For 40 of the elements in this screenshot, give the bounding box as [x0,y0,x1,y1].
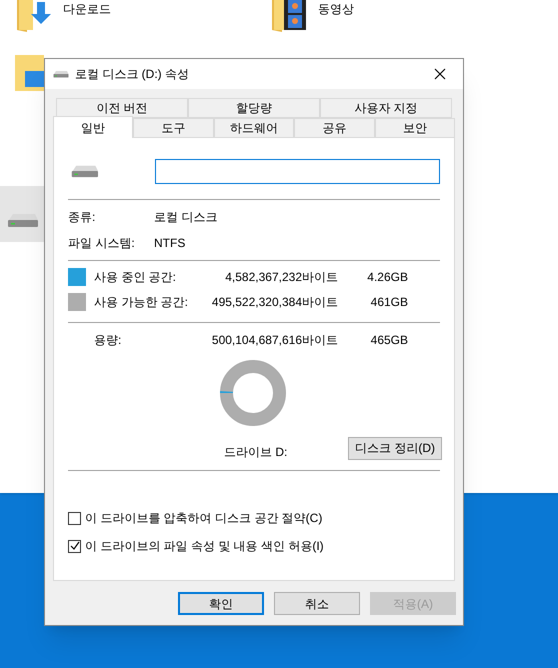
field-label: 파일 시스템: [68,235,136,252]
tab[interactable]: 이전 버전 [56,98,188,118]
tab[interactable]: 보안 [374,118,456,138]
capacity-label: 용량: [93,332,122,349]
field-label: 종류: [68,209,96,226]
capacity-size: 465GB [370,332,408,349]
checkmark-icon [70,541,80,551]
checkbox-label[interactable]: 이 드라이브를 압축하여 디스크 공간 절약(C) [85,509,322,527]
tab[interactable]: 공유 [294,118,375,138]
checkbox-label[interactable]: 이 드라이브의 파일 속성 및 내용 색인 허용(I) [85,537,324,555]
dialog-button[interactable]: 확인 [178,592,264,615]
close-icon [434,68,446,80]
disk-usage-donut [219,359,287,427]
space-bytes: 4,582,367,232바이트 [224,268,338,286]
space-label: 사용 중인 공간: [94,268,178,286]
window-title: 로컬 디스크 (D:) 속성 [75,66,189,83]
tab[interactable]: 할당량 [188,98,320,118]
drive-label: 드라이브 D: [224,444,288,461]
tab[interactable]: 사용자 지정 [320,98,452,118]
capacity-bytes: 500,104,687,616바이트 [210,332,338,349]
field-value: 로컬 디스크 [154,209,218,226]
checkbox[interactable] [68,512,81,524]
selected-item-highlight[interactable] [0,186,44,242]
space-bytes: 495,522,320,384바이트 [210,294,338,310]
tab[interactable]: 도구 [133,118,214,138]
drive-icon [6,212,40,228]
folder-label[interactable]: 동영상 [318,0,354,18]
dialog-button[interactable]: 취소 [274,592,360,615]
drive-name-field[interactable] [154,158,440,184]
tab[interactable]: 일반 [53,116,134,138]
space-size: 4.26GB [366,268,408,286]
space-size: 461GB [370,294,408,310]
folder-label[interactable]: 다운로드 [63,0,111,18]
space-label: 사용 가능한 공간: [94,294,190,310]
drive-icon [70,164,100,178]
field-value: NTFS [154,235,186,252]
checkbox[interactable] [68,540,81,552]
disk-cleanup-button[interactable]: 디스크 정리(D) [348,436,442,460]
drive-icon [53,70,69,78]
tab[interactable]: 하드웨어 [214,118,294,138]
